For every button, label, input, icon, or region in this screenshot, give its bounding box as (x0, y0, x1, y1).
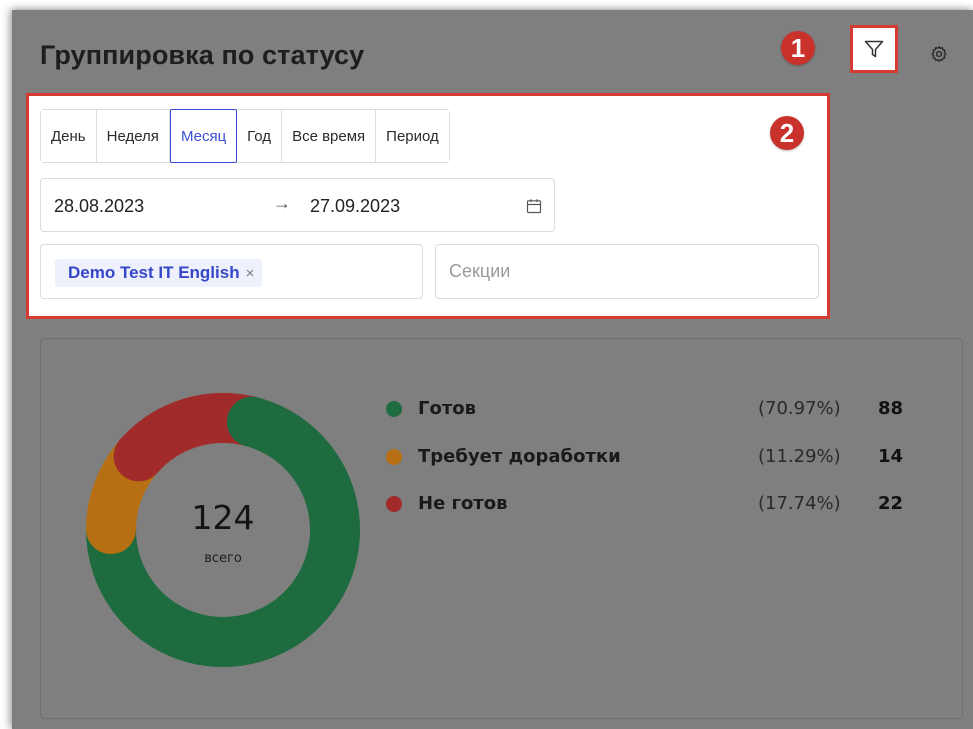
legend-label: Готов (418, 398, 477, 419)
legend-label: Требует доработки (418, 446, 621, 467)
tab-month[interactable]: Месяц (169, 109, 238, 163)
legend-percent: (17.74%) (758, 493, 841, 514)
legend-count: 14 (878, 446, 904, 467)
legend-count: 22 (878, 493, 904, 514)
legend-dot (386, 449, 402, 465)
legend-dot (386, 401, 402, 417)
legend-label: Не готов (418, 493, 508, 514)
total-label: всего (204, 551, 242, 566)
status-donut-chart (85, 393, 360, 667)
legend-percent: (70.97%) (758, 398, 841, 419)
legend-count: 88 (878, 398, 904, 419)
legend-dot (386, 496, 402, 512)
total-count: 124 (191, 498, 255, 537)
legend-percent: (11.29%) (758, 446, 841, 467)
